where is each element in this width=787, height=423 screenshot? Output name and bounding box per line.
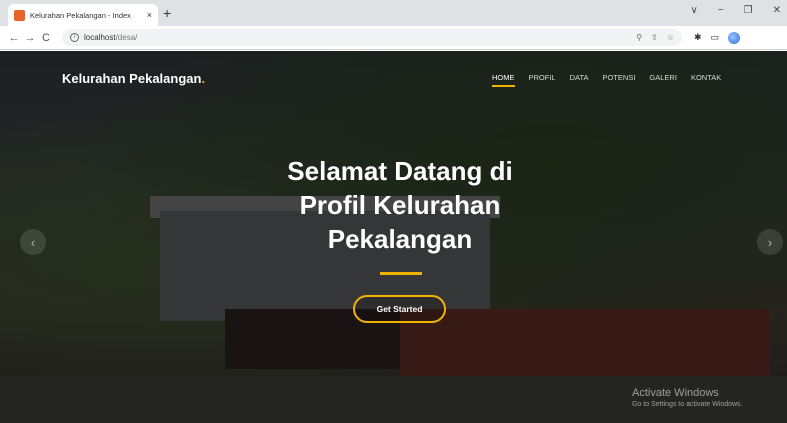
site-info-icon[interactable]: i xyxy=(70,33,79,42)
nav-item-kontak[interactable]: KONTAK xyxy=(691,73,721,82)
hero-title-line-2: Profil Kelurahan xyxy=(299,190,501,220)
extensions-puzzle-icon[interactable]: ✱ xyxy=(694,32,702,43)
tab-title: Kelurahan Pekalangan - Index xyxy=(30,10,131,20)
nav-item-potensi[interactable]: POTENSI xyxy=(602,73,635,82)
get-started-button[interactable]: Get Started xyxy=(353,295,446,323)
hero-divider xyxy=(380,272,422,275)
carousel-next-button[interactable]: › xyxy=(757,229,783,255)
window-controls: ∨ − ❐ ✕ xyxy=(690,5,781,16)
nav-item-galeri[interactable]: GALERI xyxy=(649,73,677,82)
tab-search-icon[interactable]: ∨ xyxy=(690,5,697,16)
nav-item-data[interactable]: DATA xyxy=(570,73,589,82)
hero-section: Kelurahan Pekalangan. HOME PROFIL DATA P… xyxy=(0,51,787,423)
new-tab-button[interactable]: + xyxy=(163,4,171,22)
site-favicon-icon xyxy=(14,9,25,21)
url-input[interactable]: i localhost/desa/ ⚲ ⇪ ☆ xyxy=(62,29,682,46)
nav-item-profil[interactable]: PROFIL xyxy=(529,73,556,82)
site-brand[interactable]: Kelurahan Pekalangan. xyxy=(62,71,205,86)
forward-button[interactable]: → xyxy=(22,32,38,44)
browser-tab[interactable]: Kelurahan Pekalangan - Index × xyxy=(8,4,158,26)
side-panel-icon[interactable]: ▭ xyxy=(711,32,720,43)
share-icon[interactable]: ⇪ xyxy=(651,33,658,42)
tab-close-icon[interactable]: × xyxy=(147,10,152,20)
hero-title: Selamat Datang di Profil Kelurahan Pekal… xyxy=(250,154,550,256)
carousel-prev-button[interactable]: ‹ xyxy=(20,229,46,255)
bookmark-star-icon[interactable]: ☆ xyxy=(667,33,674,42)
zoom-search-icon[interactable]: ⚲ xyxy=(636,33,642,42)
profile-avatar[interactable] xyxy=(728,31,741,44)
brand-text: Kelurahan Pekalangan xyxy=(62,71,202,86)
hero-title-line-3: Pekalangan xyxy=(327,224,473,254)
close-window-button[interactable]: ✕ xyxy=(773,5,781,16)
watermark-title: Activate Windows xyxy=(632,387,719,399)
reload-button[interactable]: C xyxy=(38,32,54,44)
main-nav: HOME PROFIL DATA POTENSI GALERI KONTAK xyxy=(492,73,721,87)
back-button[interactable]: ← xyxy=(6,32,22,44)
activate-windows-watermark: Activate Windows Go to Settings to activ… xyxy=(632,387,743,408)
maximize-button[interactable]: ❐ xyxy=(744,5,753,16)
nav-item-home[interactable]: HOME xyxy=(492,73,515,87)
watermark-subtitle: Go to Settings to activate Windows. xyxy=(632,401,743,408)
minimize-button[interactable]: − xyxy=(718,5,724,16)
url-path: /desa/ xyxy=(115,33,138,42)
url-host: localhost xyxy=(84,33,116,42)
browser-tab-bar: Kelurahan Pekalangan - Index × + ∨ − ❐ ✕ xyxy=(0,0,787,26)
url-text: localhost/desa/ xyxy=(84,33,137,42)
hero-title-line-1: Selamat Datang di xyxy=(287,156,513,186)
brand-dot: . xyxy=(201,71,206,86)
address-bar: ← → C i localhost/desa/ ⚲ ⇪ ☆ ✱ ▭ xyxy=(0,26,787,50)
